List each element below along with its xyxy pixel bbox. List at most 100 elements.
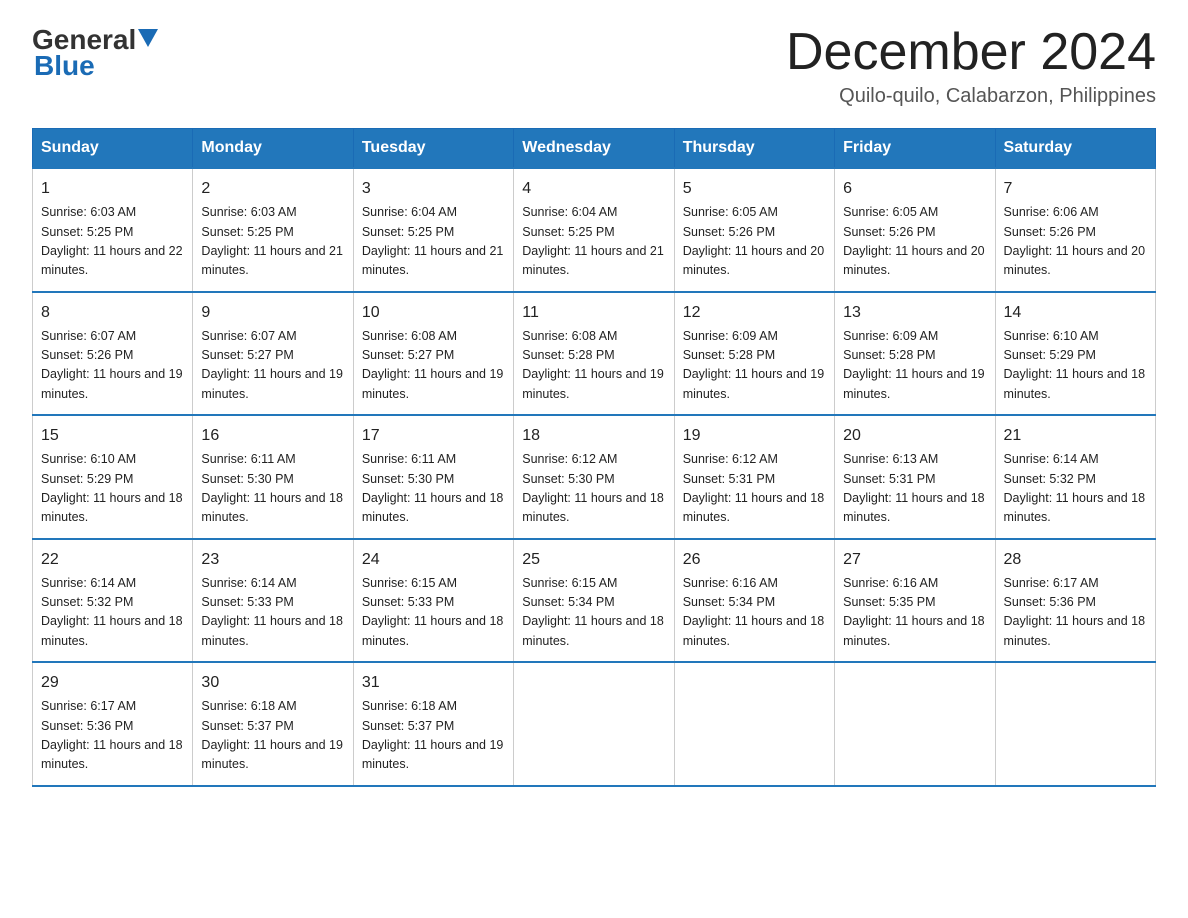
day-info: Sunrise: 6:10 AMSunset: 5:29 PMDaylight:… [1004,327,1147,405]
day-number: 8 [41,301,184,325]
month-year-title: December 2024 [786,24,1156,81]
calendar-cell: 4Sunrise: 6:04 AMSunset: 5:25 PMDaylight… [514,168,674,292]
day-number: 17 [362,424,505,448]
day-info: Sunrise: 6:04 AMSunset: 5:25 PMDaylight:… [522,203,665,281]
calendar-cell: 1Sunrise: 6:03 AMSunset: 5:25 PMDaylight… [33,168,193,292]
col-header-thursday: Thursday [674,129,834,169]
day-info: Sunrise: 6:14 AMSunset: 5:33 PMDaylight:… [201,574,344,652]
col-header-wednesday: Wednesday [514,129,674,169]
calendar-cell: 2Sunrise: 6:03 AMSunset: 5:25 PMDaylight… [193,168,353,292]
day-number: 6 [843,177,986,201]
day-info: Sunrise: 6:16 AMSunset: 5:35 PMDaylight:… [843,574,986,652]
day-info: Sunrise: 6:03 AMSunset: 5:25 PMDaylight:… [41,203,184,281]
calendar-cell: 8Sunrise: 6:07 AMSunset: 5:26 PMDaylight… [33,292,193,416]
logo-blue-text: Blue [34,50,95,82]
day-number: 13 [843,301,986,325]
calendar-cell: 15Sunrise: 6:10 AMSunset: 5:29 PMDayligh… [33,415,193,539]
calendar-cell: 29Sunrise: 6:17 AMSunset: 5:36 PMDayligh… [33,662,193,786]
day-number: 14 [1004,301,1147,325]
calendar-cell: 26Sunrise: 6:16 AMSunset: 5:34 PMDayligh… [674,539,834,663]
col-header-sunday: Sunday [33,129,193,169]
day-number: 9 [201,301,344,325]
calendar-cell: 22Sunrise: 6:14 AMSunset: 5:32 PMDayligh… [33,539,193,663]
day-info: Sunrise: 6:14 AMSunset: 5:32 PMDaylight:… [1004,450,1147,528]
calendar-cell: 17Sunrise: 6:11 AMSunset: 5:30 PMDayligh… [353,415,513,539]
calendar-cell: 25Sunrise: 6:15 AMSunset: 5:34 PMDayligh… [514,539,674,663]
day-info: Sunrise: 6:07 AMSunset: 5:26 PMDaylight:… [41,327,184,405]
calendar-cell [674,662,834,786]
day-info: Sunrise: 6:12 AMSunset: 5:30 PMDaylight:… [522,450,665,528]
logo-triangle-icon [138,29,158,47]
day-number: 24 [362,548,505,572]
day-info: Sunrise: 6:04 AMSunset: 5:25 PMDaylight:… [362,203,505,281]
calendar-cell: 19Sunrise: 6:12 AMSunset: 5:31 PMDayligh… [674,415,834,539]
calendar-week-row: 8Sunrise: 6:07 AMSunset: 5:26 PMDaylight… [33,292,1156,416]
header: General Blue December 2024 Quilo-quilo, … [32,24,1156,108]
calendar-cell: 12Sunrise: 6:09 AMSunset: 5:28 PMDayligh… [674,292,834,416]
day-number: 23 [201,548,344,572]
col-header-friday: Friday [835,129,995,169]
title-area: December 2024 Quilo-quilo, Calabarzon, P… [786,24,1156,108]
day-number: 30 [201,671,344,695]
calendar-cell: 20Sunrise: 6:13 AMSunset: 5:31 PMDayligh… [835,415,995,539]
day-info: Sunrise: 6:14 AMSunset: 5:32 PMDaylight:… [41,574,184,652]
calendar-cell: 28Sunrise: 6:17 AMSunset: 5:36 PMDayligh… [995,539,1155,663]
day-number: 29 [41,671,184,695]
calendar-header-row: SundayMondayTuesdayWednesdayThursdayFrid… [33,129,1156,169]
col-header-tuesday: Tuesday [353,129,513,169]
calendar-week-row: 22Sunrise: 6:14 AMSunset: 5:32 PMDayligh… [33,539,1156,663]
calendar-cell: 27Sunrise: 6:16 AMSunset: 5:35 PMDayligh… [835,539,995,663]
calendar-cell: 31Sunrise: 6:18 AMSunset: 5:37 PMDayligh… [353,662,513,786]
day-info: Sunrise: 6:07 AMSunset: 5:27 PMDaylight:… [201,327,344,405]
calendar-cell: 6Sunrise: 6:05 AMSunset: 5:26 PMDaylight… [835,168,995,292]
day-info: Sunrise: 6:18 AMSunset: 5:37 PMDaylight:… [362,697,505,775]
day-info: Sunrise: 6:08 AMSunset: 5:27 PMDaylight:… [362,327,505,405]
calendar-cell: 5Sunrise: 6:05 AMSunset: 5:26 PMDaylight… [674,168,834,292]
col-header-monday: Monday [193,129,353,169]
logo: General Blue [32,24,158,82]
calendar-cell: 10Sunrise: 6:08 AMSunset: 5:27 PMDayligh… [353,292,513,416]
day-number: 21 [1004,424,1147,448]
day-number: 31 [362,671,505,695]
day-info: Sunrise: 6:11 AMSunset: 5:30 PMDaylight:… [201,450,344,528]
day-number: 3 [362,177,505,201]
day-number: 22 [41,548,184,572]
day-number: 20 [843,424,986,448]
day-info: Sunrise: 6:08 AMSunset: 5:28 PMDaylight:… [522,327,665,405]
calendar-table: SundayMondayTuesdayWednesdayThursdayFrid… [32,128,1156,787]
calendar-cell [835,662,995,786]
day-number: 12 [683,301,826,325]
calendar-cell [514,662,674,786]
day-info: Sunrise: 6:12 AMSunset: 5:31 PMDaylight:… [683,450,826,528]
day-info: Sunrise: 6:16 AMSunset: 5:34 PMDaylight:… [683,574,826,652]
location-subtitle: Quilo-quilo, Calabarzon, Philippines [786,85,1156,108]
day-number: 19 [683,424,826,448]
calendar-cell: 11Sunrise: 6:08 AMSunset: 5:28 PMDayligh… [514,292,674,416]
calendar-week-row: 15Sunrise: 6:10 AMSunset: 5:29 PMDayligh… [33,415,1156,539]
col-header-saturday: Saturday [995,129,1155,169]
calendar-cell: 9Sunrise: 6:07 AMSunset: 5:27 PMDaylight… [193,292,353,416]
day-number: 27 [843,548,986,572]
calendar-cell: 23Sunrise: 6:14 AMSunset: 5:33 PMDayligh… [193,539,353,663]
day-info: Sunrise: 6:09 AMSunset: 5:28 PMDaylight:… [683,327,826,405]
calendar-cell: 3Sunrise: 6:04 AMSunset: 5:25 PMDaylight… [353,168,513,292]
day-number: 15 [41,424,184,448]
calendar-cell: 7Sunrise: 6:06 AMSunset: 5:26 PMDaylight… [995,168,1155,292]
day-info: Sunrise: 6:05 AMSunset: 5:26 PMDaylight:… [843,203,986,281]
day-info: Sunrise: 6:15 AMSunset: 5:34 PMDaylight:… [522,574,665,652]
day-info: Sunrise: 6:06 AMSunset: 5:26 PMDaylight:… [1004,203,1147,281]
calendar-cell: 13Sunrise: 6:09 AMSunset: 5:28 PMDayligh… [835,292,995,416]
day-info: Sunrise: 6:03 AMSunset: 5:25 PMDaylight:… [201,203,344,281]
day-info: Sunrise: 6:18 AMSunset: 5:37 PMDaylight:… [201,697,344,775]
day-number: 1 [41,177,184,201]
calendar-cell: 30Sunrise: 6:18 AMSunset: 5:37 PMDayligh… [193,662,353,786]
day-number: 5 [683,177,826,201]
day-info: Sunrise: 6:11 AMSunset: 5:30 PMDaylight:… [362,450,505,528]
calendar-cell: 24Sunrise: 6:15 AMSunset: 5:33 PMDayligh… [353,539,513,663]
day-info: Sunrise: 6:15 AMSunset: 5:33 PMDaylight:… [362,574,505,652]
day-info: Sunrise: 6:13 AMSunset: 5:31 PMDaylight:… [843,450,986,528]
day-info: Sunrise: 6:05 AMSunset: 5:26 PMDaylight:… [683,203,826,281]
day-number: 2 [201,177,344,201]
day-info: Sunrise: 6:17 AMSunset: 5:36 PMDaylight:… [41,697,184,775]
day-number: 25 [522,548,665,572]
